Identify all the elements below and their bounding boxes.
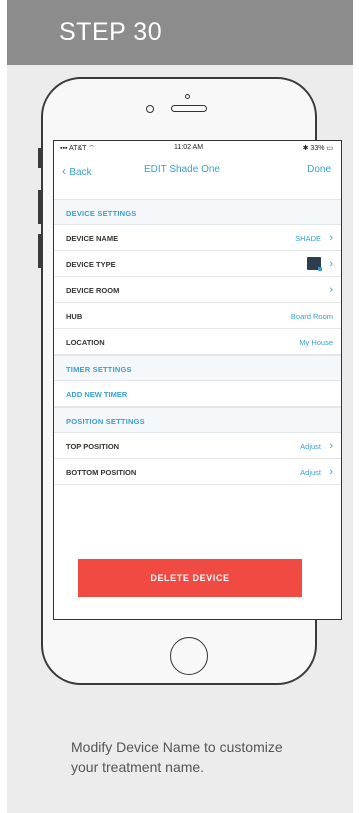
- signal-icon: ▪▪▪: [60, 145, 70, 152]
- status-time: 11:02 AM: [174, 144, 204, 151]
- row-value: My House: [299, 338, 333, 347]
- adjust-link: Adjust: [300, 468, 321, 477]
- carrier-text: AT&T: [69, 145, 87, 152]
- row-label: LOCATION: [66, 338, 105, 347]
- section-device-settings: DEVICE SETTINGS: [54, 199, 341, 225]
- chevron-right-icon: ›: [329, 232, 333, 244]
- back-button[interactable]: ‹ Back: [62, 164, 92, 178]
- wifi-icon: ⌔: [86, 145, 95, 152]
- row-device-name[interactable]: DEVICE NAME SHADE ›: [54, 225, 341, 251]
- section-label: DEVICE SETTINGS: [66, 209, 137, 218]
- phone-volume-up-button: [38, 190, 41, 224]
- battery-indicator: ✱ 33% ▭: [303, 144, 333, 152]
- chevron-right-icon: ›: [329, 440, 333, 452]
- row-label: TOP POSITION: [66, 442, 120, 451]
- section-label: POSITION SETTINGS: [66, 417, 145, 426]
- carrier-label: ▪▪▪ AT&T ⌔: [60, 144, 95, 153]
- step-title: STEP 30: [59, 18, 163, 46]
- phone-screen: ▪▪▪ AT&T ⌔ 11:02 AM ✱ 33% ▭ ‹ Back EDIT …: [53, 140, 342, 620]
- back-label: Back: [69, 167, 92, 178]
- section-label: TIMER SETTINGS: [66, 365, 132, 374]
- row-value: SHADE: [295, 234, 321, 243]
- section-position-settings: POSITION SETTINGS: [54, 407, 341, 433]
- delete-device-button[interactable]: DELETE DEVICE: [78, 559, 302, 597]
- status-bar: ▪▪▪ AT&T ⌔ 11:02 AM ✱ 33% ▭: [54, 141, 341, 155]
- shade-device-icon: [307, 257, 322, 271]
- row-label: DEVICE NAME: [66, 234, 119, 243]
- row-label: BOTTOM POSITION: [66, 468, 137, 477]
- adjust-link: Adjust: [300, 442, 321, 451]
- chevron-right-icon: ›: [329, 466, 333, 478]
- row-value: Board Room: [290, 312, 333, 321]
- battery-icon: ▭: [324, 145, 333, 152]
- phone-side-button: [38, 148, 41, 168]
- phone-sensor: [185, 94, 190, 99]
- row-device-type[interactable]: DEVICE TYPE ›: [54, 251, 341, 277]
- done-button[interactable]: Done: [307, 164, 331, 175]
- phone-speaker: [171, 105, 207, 112]
- nav-title: EDIT Shade One: [144, 164, 220, 175]
- row-label: DEVICE ROOM: [66, 286, 120, 295]
- nav-bar: ‹ Back EDIT Shade One Done: [54, 155, 341, 183]
- row-label: DEVICE TYPE: [66, 260, 116, 269]
- row-hub: HUB Board Room: [54, 303, 341, 329]
- chevron-right-icon: ›: [329, 284, 333, 296]
- row-top-position[interactable]: TOP POSITION Adjust ›: [54, 433, 341, 459]
- section-timer-settings: TIMER SETTINGS: [54, 355, 341, 381]
- instruction-caption: Modify Device Name to customize your tre…: [71, 739, 283, 775]
- phone-volume-down-button: [38, 234, 41, 268]
- row-location: LOCATION My House: [54, 329, 341, 355]
- add-timer-link: ADD NEW TIMER: [66, 390, 128, 399]
- step-header: STEP 30: [7, 0, 353, 65]
- row-add-new-timer[interactable]: ADD NEW TIMER: [54, 381, 341, 407]
- chevron-right-icon: ›: [329, 258, 333, 270]
- row-label: HUB: [66, 312, 83, 321]
- row-device-room[interactable]: DEVICE ROOM ›: [54, 277, 341, 303]
- battery-text: 33%: [310, 145, 325, 152]
- row-bottom-position[interactable]: BOTTOM POSITION Adjust ›: [54, 459, 341, 485]
- phone-camera: [146, 105, 154, 113]
- home-button[interactable]: [170, 637, 208, 675]
